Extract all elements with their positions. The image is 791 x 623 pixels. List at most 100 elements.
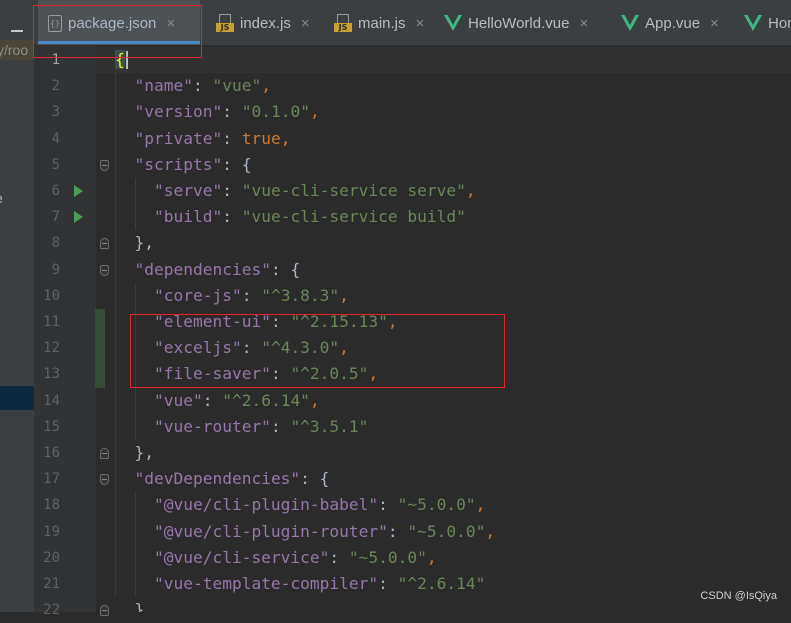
json-string: "^2.6.14" xyxy=(397,574,486,593)
json-string: "~5.0.0" xyxy=(397,495,476,515)
json-punctuation: : xyxy=(222,128,242,148)
tab-main-js[interactable]: JS main.js × xyxy=(324,0,442,45)
code-line[interactable]: "exceljs": "^4.3.0", xyxy=(115,335,349,361)
json-punctuation: : xyxy=(270,312,291,331)
code-line[interactable]: "@vue/cli-service": "~5.0.0", xyxy=(115,545,437,571)
minimize-icon[interactable] xyxy=(11,30,23,32)
json-punctuation xyxy=(115,155,135,174)
json-punctuation xyxy=(115,495,154,514)
tab-index-js[interactable]: JS index.js × xyxy=(206,0,316,45)
json-string: "~5.0.0" xyxy=(348,547,427,567)
code-line[interactable]: "@vue/cli-plugin-babel": "~5.0.0", xyxy=(115,492,485,518)
vue-file-icon xyxy=(444,15,462,31)
json-punctuation: , xyxy=(368,364,379,384)
json-string: "vue" xyxy=(212,76,262,96)
text-caret xyxy=(125,51,128,69)
code-line[interactable]: "name": "vue", xyxy=(115,73,271,99)
code-line[interactable]: "serve": "vue-cli-service serve", xyxy=(115,178,476,204)
run-script-icon[interactable] xyxy=(74,211,83,224)
json-punctuation xyxy=(115,181,154,200)
project-path-fragment: y/roo xyxy=(0,40,34,60)
json-key: "devDependencies" xyxy=(134,469,301,489)
json-punctuation: , xyxy=(339,338,349,358)
run-script-icon[interactable] xyxy=(74,185,83,197)
tab-close-icon[interactable]: × xyxy=(166,15,175,32)
json-punctuation xyxy=(115,312,154,331)
json-punctuation: : xyxy=(329,547,349,567)
json-punctuation xyxy=(115,548,154,567)
json-string: "0.1.0" xyxy=(241,102,310,122)
code-line[interactable]: "dependencies": { xyxy=(115,257,301,283)
json-punctuation xyxy=(115,76,135,95)
tab-close-icon[interactable]: × xyxy=(579,15,588,32)
code-line[interactable]: "vue": "^2.6.14", xyxy=(115,388,320,414)
code-line[interactable]: "build": "vue-cli-service build" xyxy=(115,204,466,230)
line-number: 3 xyxy=(51,104,60,121)
json-string: "^4.3.0" xyxy=(261,338,340,358)
line-number: 15 xyxy=(43,418,60,435)
json-punctuation xyxy=(115,574,154,593)
code-line[interactable]: "devDependencies": { xyxy=(115,466,330,492)
code-line[interactable]: "version": "0.1.0", xyxy=(115,99,320,125)
json-key: "serve" xyxy=(153,181,223,200)
json-punctuation: : xyxy=(222,207,242,227)
tab-package-json[interactable]: {} package.json × xyxy=(38,0,200,45)
json-punctuation: : xyxy=(270,416,291,436)
code-line[interactable]: "core-js": "^3.8.3", xyxy=(115,283,349,309)
code-line[interactable]: "vue-template-compiler": "^2.6.14" xyxy=(115,571,485,597)
json-string: "^2.15.13" xyxy=(290,312,388,331)
tab-helloworld-vue[interactable]: HelloWorld.vue × xyxy=(434,0,600,45)
line-number: 16 xyxy=(43,445,60,461)
editor-gutter: 1 2 3 4 5 6 7 8 9 10 11 12 13 14 15 16 17 18 19 20 21 22 xyxy=(34,46,109,618)
json-key: "core-js" xyxy=(153,285,242,305)
code-line[interactable]: "private": true, xyxy=(115,126,291,152)
tab-close-icon[interactable]: × xyxy=(710,15,719,32)
line-number: 9 xyxy=(51,261,60,278)
tab-close-icon[interactable]: × xyxy=(301,15,310,32)
code-line[interactable]: } xyxy=(115,597,144,612)
json-key: "vue-router" xyxy=(153,416,271,436)
json-key: "@vue/cli-plugin-babel" xyxy=(153,495,379,515)
json-key: "version" xyxy=(134,102,223,122)
json-key: "vue" xyxy=(153,390,203,410)
line-number: 4 xyxy=(51,130,60,147)
line-number: 14 xyxy=(43,392,60,409)
code-line[interactable]: "element-ui": "^2.15.13", xyxy=(115,309,398,335)
project-tree-item-fragment[interactable]: e xyxy=(0,188,34,208)
active-tab-indicator xyxy=(38,41,200,44)
json-punctuation: , xyxy=(465,181,476,200)
project-tree-selected-row[interactable] xyxy=(0,386,34,410)
json-punctuation: , xyxy=(280,128,291,148)
vue-file-icon xyxy=(621,15,639,31)
json-punctuation: : xyxy=(222,102,242,122)
tab-close-icon[interactable]: × xyxy=(416,15,425,32)
json-punctuation xyxy=(115,391,154,410)
json-punctuation xyxy=(115,364,154,383)
js-file-icon: JS xyxy=(216,14,234,32)
code-line[interactable]: { xyxy=(115,47,125,73)
json-string: "~5.0.0" xyxy=(407,521,486,541)
code-line[interactable]: }, xyxy=(115,440,154,466)
json-punctuation: , xyxy=(339,285,349,305)
json-key: "exceljs" xyxy=(153,338,242,358)
json-key: "build" xyxy=(153,207,223,227)
json-punctuation xyxy=(115,417,154,436)
json-punctuation: , xyxy=(309,390,320,410)
json-punctuation: , xyxy=(485,521,496,541)
line-number: 11 xyxy=(43,314,60,330)
tab-hom[interactable]: Hom xyxy=(734,0,791,45)
code-line[interactable]: "@vue/cli-plugin-router": "~5.0.0", xyxy=(115,519,495,545)
code-editor[interactable]: { "name": "vue", "version": "0.1.0", "pr… xyxy=(96,46,791,612)
json-punctuation xyxy=(115,522,154,541)
json-string: "^2.0.5" xyxy=(290,364,369,384)
code-line[interactable]: "vue-router": "^3.5.1" xyxy=(115,414,368,440)
line-number: 20 xyxy=(43,549,60,566)
code-line[interactable]: "file-saver": "^2.0.5", xyxy=(115,361,378,387)
tab-app-vue[interactable]: App.vue × xyxy=(611,0,737,45)
json-punctuation xyxy=(115,102,135,121)
code-line[interactable]: "scripts": { xyxy=(115,152,252,178)
json-punctuation: : xyxy=(378,495,398,515)
code-line[interactable]: }, xyxy=(115,230,154,256)
json-key: "dependencies" xyxy=(134,259,271,279)
json-punctuation xyxy=(115,469,135,488)
